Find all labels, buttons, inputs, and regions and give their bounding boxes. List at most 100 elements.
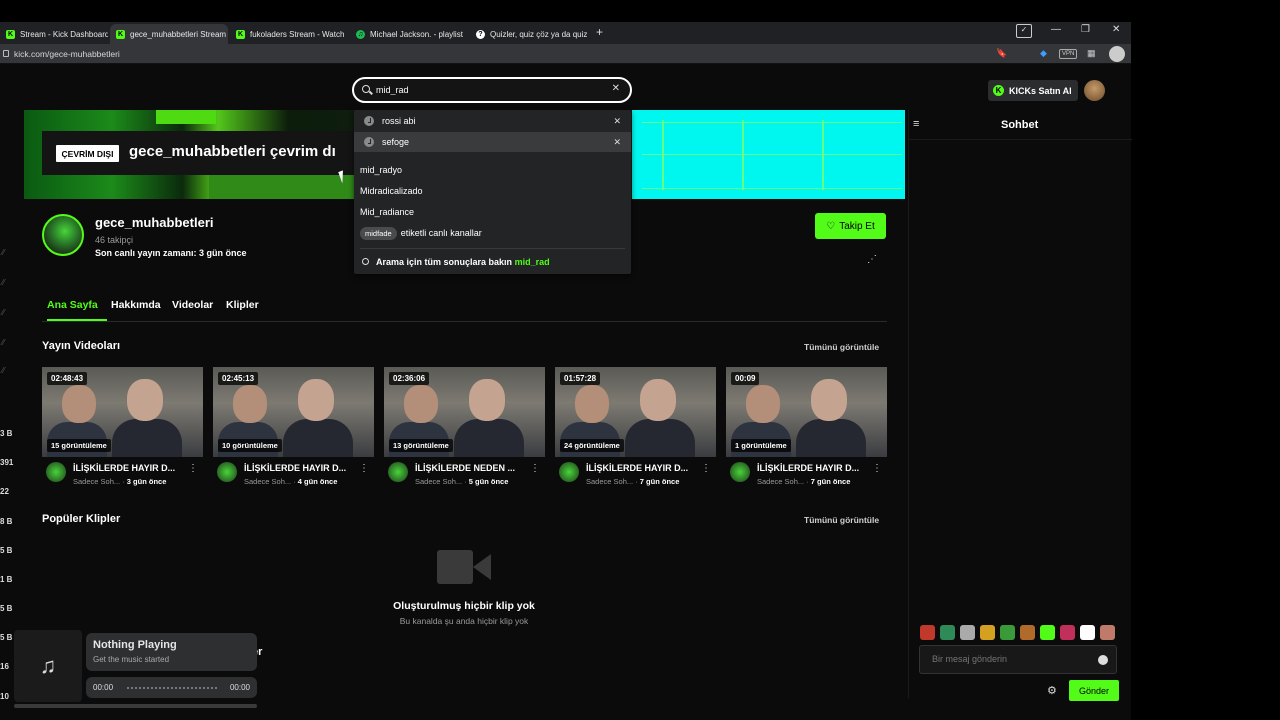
- emote-icon[interactable]: [920, 625, 935, 640]
- channel-avatar-small[interactable]: [559, 462, 579, 482]
- channel-suggestion[interactable]: mid_radyo: [354, 160, 631, 180]
- offline-channel-icon[interactable]: ⁄⁄: [2, 248, 10, 257]
- video-card[interactable]: 02:48:43 15 görüntüleme İLİŞKİLERDE HAYIR …: [42, 367, 203, 492]
- video-thumbnail[interactable]: 00:09 1 görüntüleme: [726, 367, 887, 457]
- buy-kicks-button[interactable]: K KICKs Satın Al: [988, 80, 1078, 101]
- see-all-videos-link[interactable]: Tümünü görüntüle: [804, 342, 879, 352]
- video-card[interactable]: 01:57:28 24 görüntüleme İLİŞKİLERDE HAYIR …: [555, 367, 716, 492]
- video-thumbnail[interactable]: 01:57:28 24 görüntüleme: [555, 367, 716, 457]
- tab-videos[interactable]: Videolar: [172, 299, 213, 311]
- offline-channel-icon[interactable]: ⁄⁄: [2, 278, 10, 287]
- emote-icon[interactable]: [940, 625, 955, 640]
- search-input[interactable]: [376, 83, 596, 97]
- video-title[interactable]: İLİŞKİLERDE HAYIR D...: [757, 463, 865, 473]
- channel-suggestion[interactable]: Mid_radiance: [354, 202, 631, 222]
- offline-channel-icon[interactable]: ⁄⁄: [2, 366, 10, 375]
- emote-icon[interactable]: [1020, 625, 1035, 640]
- tab-fukoladers[interactable]: Kfukoladers Stream - Watch: [230, 24, 348, 44]
- thumbnail-figure: [112, 419, 182, 457]
- tab-quizler[interactable]: ? Quizler, quiz çöz ya da quiz: [470, 24, 590, 44]
- close-window-button[interactable]: ✕: [1112, 24, 1120, 35]
- video-duration: 02:36:06: [389, 372, 430, 385]
- video-title[interactable]: İLİŞKİLERDE HAYIR D...: [73, 463, 181, 473]
- emote-icon[interactable]: [1040, 625, 1055, 640]
- video-card[interactable]: 00:09 1 görüntüleme İLİŞKİLERDE HAYIR D...…: [726, 367, 887, 492]
- minimize-button[interactable]: —: [1051, 24, 1061, 35]
- music-note-icon[interactable]: ♫: [14, 630, 82, 702]
- url-field[interactable]: kick.com/gece-muhabbetleri: [14, 49, 120, 59]
- tab-clips[interactable]: Klipler: [226, 299, 259, 311]
- collapse-chat-icon[interactable]: ≡: [913, 118, 919, 130]
- emote-icon[interactable]: [1060, 625, 1075, 640]
- offline-channel-icon[interactable]: ⁄⁄: [2, 308, 10, 317]
- emote-icon[interactable]: [1080, 625, 1095, 640]
- thumbnail-figure: [746, 385, 780, 423]
- video-title[interactable]: İLİŞKİLERDE NEDEN ...: [415, 463, 523, 473]
- music-scrollbar[interactable]: [14, 704, 257, 708]
- offline-channel-icon[interactable]: ⁄⁄: [2, 338, 10, 347]
- emote-icon[interactable]: [980, 625, 995, 640]
- history-suggestion[interactable]: rossi abi ✕: [354, 111, 631, 131]
- tab-about[interactable]: Hakkımda: [111, 299, 161, 311]
- channel-avatar-small[interactable]: [730, 462, 750, 482]
- video-title[interactable]: İLİŞKİLERDE HAYIR D...: [586, 463, 694, 473]
- channel-avatar-small[interactable]: [217, 462, 237, 482]
- more-options-icon[interactable]: ⋮: [872, 463, 882, 474]
- history-suggestion[interactable]: sefoge ✕: [354, 132, 631, 152]
- chat-settings-icon[interactable]: ⚙: [1047, 684, 1057, 697]
- profile-avatar[interactable]: [1109, 46, 1125, 62]
- bookmark-icon[interactable]: 🔖: [996, 48, 1007, 59]
- emoji-icon[interactable]: [1098, 655, 1108, 665]
- tab-michael-jackson-playlist[interactable]: ♫ Michael Jackson. - playlist: [350, 24, 468, 44]
- clear-search-icon[interactable]: ✕: [612, 83, 620, 94]
- tab-gece-muhabbetleri[interactable]: Kgece_muhabbetleri Stream: [110, 24, 228, 44]
- video-thumbnail[interactable]: 02:48:43 15 görüntüleme: [42, 367, 203, 457]
- tab-kick-dashboard[interactable]: K Stream - Kick Dashboard: [0, 24, 108, 44]
- video-thumbnail[interactable]: 02:45:13 10 görüntüleme: [213, 367, 374, 457]
- suggestion-label: sefoge: [382, 137, 410, 147]
- follow-button[interactable]: ♡ Takip Et: [815, 213, 886, 239]
- see-all-clips-link[interactable]: Tümünü görüntüle: [804, 515, 879, 525]
- thumbnail-figure: [575, 385, 609, 423]
- vpn-extension-icon[interactable]: VPN: [1059, 49, 1078, 59]
- see-all-results[interactable]: Arama için tüm sonuçlara bakın mid_rad: [354, 252, 631, 272]
- music-seek-bar[interactable]: [127, 687, 217, 690]
- video-thumbnail[interactable]: 02:36:06 13 görüntüleme: [384, 367, 545, 457]
- tab-label: Michael Jackson. - playlist: [370, 29, 463, 39]
- share-icon[interactable]: ⋰: [867, 254, 877, 265]
- clips-section-title: Popüler Klipler: [42, 513, 121, 525]
- more-options-icon[interactable]: ⋮: [359, 463, 369, 474]
- video-card[interactable]: 02:36:06 13 görüntüleme İLİŞKİLERDE NEDEN …: [384, 367, 545, 492]
- more-options-icon[interactable]: ⋮: [188, 463, 198, 474]
- send-button[interactable]: Gönder: [1069, 680, 1119, 701]
- user-avatar[interactable]: [1084, 80, 1105, 101]
- empty-clips-title: Oluşturulmuş hiçbir klip yok: [393, 600, 535, 612]
- video-title[interactable]: İLİŞKİLERDE HAYIR D...: [244, 463, 352, 473]
- more-options-icon[interactable]: ⋮: [701, 463, 711, 474]
- extensions-icon[interactable]: ▦: [1087, 48, 1096, 59]
- remove-history-icon[interactable]: ✕: [613, 116, 621, 127]
- tab-home[interactable]: Ana Sayfa: [47, 299, 98, 311]
- chat-message-input[interactable]: [932, 654, 1092, 664]
- channel-avatar[interactable]: [42, 214, 84, 256]
- shield-extension-icon[interactable]: ◆: [1040, 48, 1047, 59]
- new-tab-button[interactable]: +: [596, 25, 603, 39]
- remove-history-icon[interactable]: ✕: [613, 137, 621, 148]
- emote-icon[interactable]: [960, 625, 975, 640]
- tab-search-icon[interactable]: ✓: [1016, 24, 1032, 38]
- emote-icon[interactable]: [1000, 625, 1015, 640]
- search-icon: [362, 85, 370, 93]
- video-camera-icon-body: [437, 550, 473, 584]
- video-age: 5 gün önce: [468, 477, 509, 486]
- channel-suggestion[interactable]: Midradicalizado: [354, 181, 631, 201]
- emote-icon[interactable]: [1100, 625, 1115, 640]
- maximize-button[interactable]: ❐: [1081, 24, 1090, 35]
- channel-avatar-small[interactable]: [46, 462, 66, 482]
- search-icon: [362, 258, 369, 265]
- offline-title: gece_muhabbetleri çevrim dı: [129, 143, 336, 160]
- channel-avatar-small[interactable]: [388, 462, 408, 482]
- video-card[interactable]: 02:45:13 10 görüntüleme İLİŞKİLERDE HAYIR …: [213, 367, 374, 492]
- tag-suggestion[interactable]: midfade etiketli canlı kanallar: [354, 223, 631, 243]
- more-options-icon[interactable]: ⋮: [530, 463, 540, 474]
- active-tab-indicator: [47, 319, 107, 321]
